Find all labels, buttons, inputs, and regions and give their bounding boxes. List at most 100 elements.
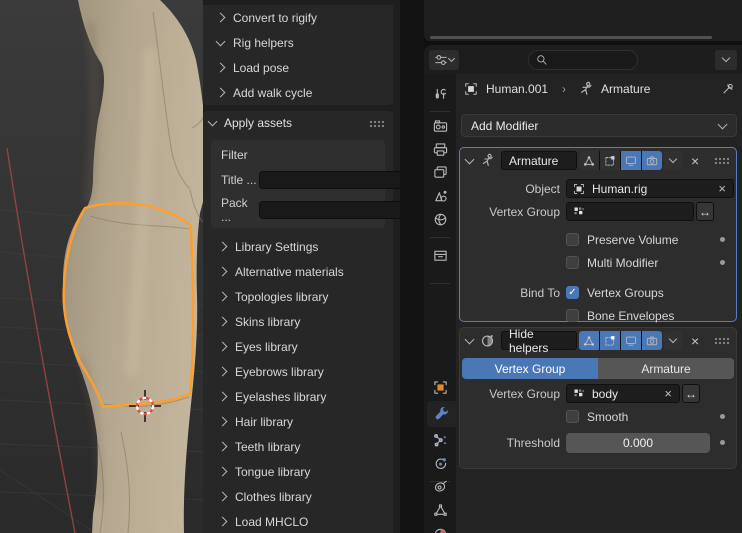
- animate-decorator[interactable]: [719, 237, 725, 242]
- tab-particles[interactable]: [426, 429, 454, 451]
- object-row: Object Human.rig ×: [460, 177, 736, 200]
- modifier-extras-button[interactable]: [664, 331, 682, 350]
- modifier-drag-grip[interactable]: [714, 157, 730, 164]
- multi-modifier-checkbox[interactable]: Multi Modifier: [566, 256, 710, 270]
- clear-vertex-group-button[interactable]: ×: [664, 386, 672, 401]
- breadcrumb: Human.001 › Armature: [456, 74, 742, 104]
- chevron-down-icon: [215, 36, 226, 46]
- sidebar-panel-rig-helpers[interactable]: Rig helpers: [203, 30, 393, 55]
- apply-assets-header[interactable]: Apply assets: [203, 111, 393, 135]
- smooth-checkbox[interactable]: Smooth: [566, 410, 710, 424]
- section-load-mhclo[interactable]: Load MHCLO: [203, 509, 393, 533]
- section-label: Teeth library: [235, 439, 301, 454]
- modifier-drag-grip[interactable]: [714, 337, 730, 344]
- tab-object[interactable]: [426, 376, 454, 398]
- on-cage-toggle[interactable]: [600, 151, 620, 170]
- delete-modifier-button[interactable]: ×: [691, 154, 699, 168]
- tab-view-layer[interactable]: [426, 161, 454, 183]
- animate-decorator[interactable]: [719, 414, 725, 419]
- multi-modifier-label: Multi Modifier: [587, 255, 659, 270]
- threshold-slider[interactable]: 0.000: [566, 432, 710, 453]
- breadcrumb-context[interactable]: Armature: [601, 82, 650, 96]
- invert-vertex-group-button[interactable]: ↔: [696, 202, 714, 221]
- preserve-volume-checkbox[interactable]: Preserve Volume: [566, 233, 710, 247]
- vertex-group-row: Vertex Group body × ↔: [460, 382, 736, 405]
- modifier-name-field[interactable]: Armature: [501, 151, 577, 170]
- filter-box: Filter Title ... Pack ...: [211, 140, 428, 228]
- object-icon: [465, 83, 477, 95]
- object-value-field[interactable]: Human.rig ×: [566, 179, 734, 198]
- clear-object-button[interactable]: ×: [718, 181, 726, 196]
- tab-physics[interactable]: [426, 452, 454, 474]
- sidebar-panel-add-walk-cycle[interactable]: Add walk cycle: [203, 80, 393, 105]
- tab-render[interactable]: [426, 115, 454, 137]
- show-render-toggle[interactable]: [642, 151, 662, 170]
- section-eyes-library[interactable]: Eyes library: [203, 334, 393, 359]
- invert-vertex-group-button[interactable]: ↔: [682, 384, 700, 403]
- mode-tab-armature[interactable]: Armature: [598, 358, 734, 379]
- edit-mode-toggle[interactable]: [579, 151, 599, 170]
- show-viewport-toggle[interactable]: [621, 331, 641, 350]
- mask-mode-tabs: Vertex Group Armature: [462, 358, 734, 379]
- add-modifier-button[interactable]: Add Modifier: [461, 114, 737, 137]
- tab-object-data[interactable]: [426, 499, 454, 521]
- tab-modifiers-active[interactable]: [427, 401, 456, 427]
- section-tongue-library[interactable]: Tongue library: [203, 459, 393, 484]
- properties-header: [424, 45, 742, 74]
- delete-modifier-button[interactable]: ×: [691, 334, 699, 348]
- checkbox-unchecked[interactable]: [566, 233, 579, 246]
- vertex-group-value: body: [592, 386, 619, 401]
- section-teeth-library[interactable]: Teeth library: [203, 434, 393, 459]
- show-render-toggle[interactable]: [642, 331, 662, 350]
- section-hair-library[interactable]: Hair library: [203, 409, 393, 434]
- section-clothes-library[interactable]: Clothes library: [203, 484, 393, 509]
- section-skins-library[interactable]: Skins library: [203, 309, 393, 334]
- checkbox-checked[interactable]: ✓: [566, 286, 579, 299]
- section-library-settings[interactable]: Library Settings: [203, 234, 393, 259]
- tab-material[interactable]: [426, 523, 454, 533]
- editor-type-button[interactable]: [429, 49, 459, 70]
- vertex-group-field[interactable]: [566, 202, 694, 221]
- tab-world[interactable]: [426, 208, 454, 230]
- animate-decorator[interactable]: [719, 260, 725, 265]
- smooth-label: Smooth: [587, 409, 629, 424]
- checkbox-unchecked[interactable]: [566, 256, 579, 269]
- mode-tab-vertex-group[interactable]: Vertex Group: [462, 358, 598, 379]
- tab-output[interactable]: [426, 138, 454, 160]
- checkbox-unchecked[interactable]: [566, 309, 579, 322]
- show-viewport-toggle[interactable]: [621, 151, 641, 170]
- panel-drag-grip[interactable]: [369, 119, 385, 127]
- animate-decorator[interactable]: [719, 440, 725, 445]
- breadcrumb-object[interactable]: Human.001: [486, 82, 548, 96]
- armature-modifier-header[interactable]: Armature ×: [460, 148, 736, 173]
- bone-envelopes-checkbox[interactable]: Bone Envelopes: [566, 309, 710, 323]
- on-cage-toggle[interactable]: [600, 331, 620, 350]
- filter-options-button[interactable]: [715, 49, 737, 70]
- pin-icon[interactable]: [721, 82, 735, 96]
- search-box[interactable]: [528, 49, 638, 70]
- search-input[interactable]: [548, 52, 637, 67]
- sidebar-panel-load-pose[interactable]: Load pose: [203, 55, 393, 80]
- vertex-groups-checkbox[interactable]: ✓ Vertex Groups: [566, 286, 710, 300]
- sidebar-panel-convert-to-rigify[interactable]: Convert to rigify: [203, 5, 393, 30]
- editor-divider[interactable]: [400, 0, 424, 533]
- section-eyelashes-library[interactable]: Eyelashes library: [203, 384, 393, 409]
- section-alternative-materials[interactable]: Alternative materials: [203, 259, 393, 284]
- section-eyebrows-library[interactable]: Eyebrows library: [203, 359, 393, 384]
- tab-constraints[interactable]: [426, 475, 454, 497]
- title-filter-label: Title ...: [221, 173, 257, 187]
- modifier-extras-button[interactable]: [664, 151, 682, 170]
- outliner-hscrollbar[interactable]: [430, 36, 712, 39]
- modifier-name: Armature: [509, 153, 559, 168]
- checkbox-unchecked[interactable]: [566, 410, 579, 423]
- preserve-volume-row: Preserve Volume: [460, 228, 736, 251]
- section-topologies-library[interactable]: Topologies library: [203, 284, 393, 309]
- tab-scene[interactable]: [426, 185, 454, 207]
- tab-collection[interactable]: [426, 244, 454, 266]
- edit-mode-toggle[interactable]: [579, 331, 599, 350]
- bone-envelopes-label: Bone Envelopes: [587, 308, 675, 323]
- vertex-group-field[interactable]: body ×: [566, 384, 680, 403]
- modifier-name-field[interactable]: Hide helpers: [501, 327, 577, 355]
- mask-modifier-header[interactable]: Hide helpers ×: [460, 327, 736, 355]
- tab-tool[interactable]: [426, 84, 454, 106]
